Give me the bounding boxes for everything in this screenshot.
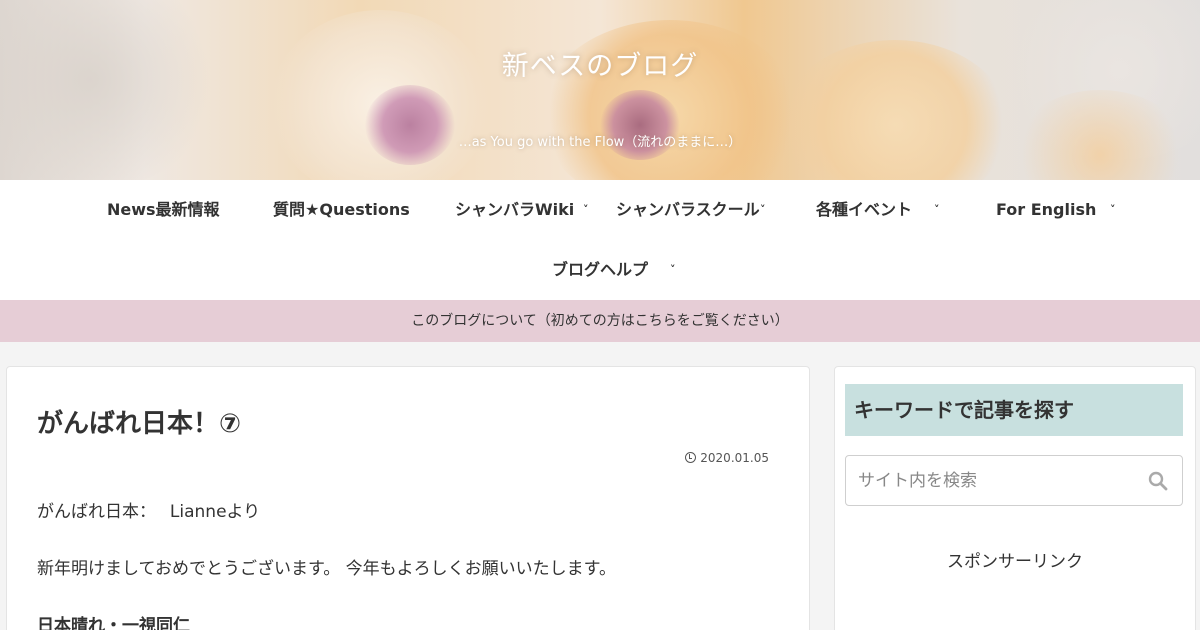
main-article: がんばれ日本！⑦ 2020.01.05 がんばれ日本： Lianneより 新年明…	[6, 366, 810, 630]
article-title: がんばれ日本！⑦	[37, 409, 242, 439]
search-form	[845, 455, 1183, 506]
article-paragraph: がんばれ日本： Lianneより	[37, 502, 261, 522]
nav-item-label: News最新情報	[107, 200, 220, 219]
nav-item-shambhala-wiki[interactable]: シャンバラWiki ˅	[455, 180, 595, 240]
site-header: 新ベスのブログ …as You go with the Flow（流れのままに……	[0, 0, 1200, 180]
sidebar: キーワードで記事を探す スポンサーリンク	[834, 366, 1196, 630]
chevron-down-icon: ˅	[760, 203, 766, 216]
nav-item-label: シャンバラWiki	[455, 200, 575, 219]
about-blog-notice-link[interactable]: このブログについて（初めての方はこちらをご覧ください）	[0, 300, 1200, 342]
nav-item-events[interactable]: 各種イベント ˅	[816, 180, 948, 240]
nav-item-label: シャンバラスクール	[616, 200, 760, 219]
nav-item-blog-help[interactable]: ブログヘルプ ˅	[552, 240, 684, 300]
search-icon[interactable]	[1148, 471, 1168, 491]
search-widget-title: キーワードで記事を探す	[845, 384, 1183, 436]
clock-icon	[685, 452, 697, 463]
site-title[interactable]: 新ベスのブログ	[0, 44, 1200, 83]
article-paragraph: 新年明けましておめでとうございます。 今年もよろしくお願いいたします。	[37, 559, 616, 579]
post-date: 2020.01.05	[685, 451, 769, 465]
nav-item-label: ブログヘルプ	[552, 260, 649, 279]
chevron-down-icon: ˅	[583, 203, 589, 216]
site-tagline: …as You go with the Flow（流れのままに…）	[458, 135, 742, 150]
search-input[interactable]	[847, 457, 1137, 504]
nav-item-label: For English	[996, 200, 1097, 219]
nav-item-questions[interactable]: 質問★Questions	[273, 180, 410, 240]
chevron-down-icon: ˅	[670, 263, 676, 276]
sponsor-link-label: スポンサーリンク	[947, 552, 1083, 572]
nav-item-label: 各種イベント	[816, 200, 913, 219]
nav-item-for-english[interactable]: For English ˅	[996, 180, 1124, 240]
chevron-down-icon: ˅	[1110, 203, 1116, 216]
nav-item-news[interactable]: News最新情報	[107, 180, 220, 240]
post-date-text: 2020.01.05	[700, 451, 769, 465]
global-nav: News最新情報 質問★Questions シャンバラWiki ˅ シャンバラス…	[0, 180, 1200, 300]
nav-item-label: 質問★Questions	[273, 200, 410, 219]
chevron-down-icon: ˅	[934, 203, 940, 216]
article-subheading: 日本晴れ・一視同仁	[37, 616, 190, 630]
nav-item-shambhala-school[interactable]: シャンバラスクール ˅	[616, 180, 776, 240]
